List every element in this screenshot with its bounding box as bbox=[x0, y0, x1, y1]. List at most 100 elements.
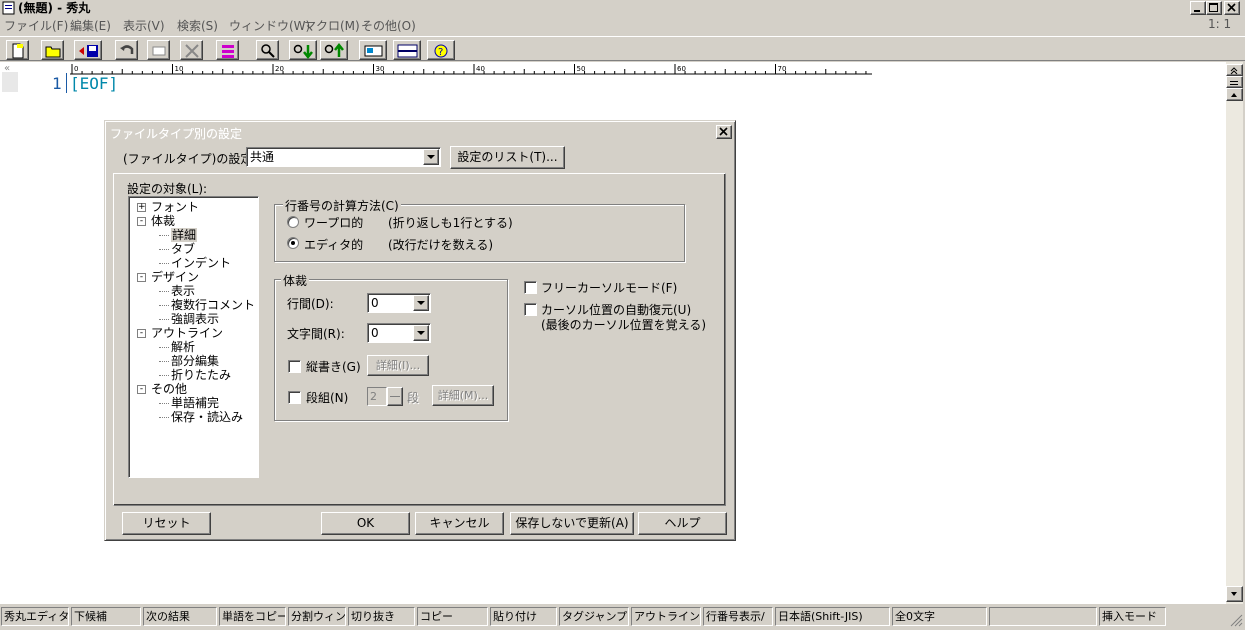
columns-detail-button[interactable]: 詳細(M)... bbox=[432, 385, 494, 406]
cancel-button[interactable]: キャンセル bbox=[415, 512, 504, 535]
radio-editor[interactable] bbox=[287, 237, 299, 249]
status-item[interactable]: 下候補 bbox=[71, 607, 141, 626]
menu-edit[interactable]: 編集(E) bbox=[70, 17, 111, 34]
open-file-button[interactable] bbox=[41, 40, 64, 60]
double-chevron-up-icon bbox=[1230, 67, 1238, 75]
char-spacing-dropdown-button[interactable] bbox=[413, 325, 429, 341]
tree-item[interactable]: 体裁 bbox=[151, 214, 175, 228]
tree-item[interactable]: その他 bbox=[151, 382, 187, 396]
update-without-save-button[interactable]: 保存しないで更新(A) bbox=[510, 512, 634, 535]
tree-item[interactable]: 部分編集 bbox=[171, 354, 219, 368]
char-spacing-select[interactable]: 0 bbox=[367, 323, 431, 343]
status-item[interactable]: 全0文字 bbox=[892, 607, 987, 626]
dialog-close-button[interactable] bbox=[716, 125, 732, 139]
settings-tree[interactable]: フォント + 体裁 - 詳細 タブ インデント デザイン - 表示 複数行コメント 強調表示 アウトライ… bbox=[128, 196, 259, 478]
tree-item[interactable]: タブ bbox=[171, 242, 195, 256]
tree-connector bbox=[159, 403, 169, 404]
ok-button[interactable]: OK bbox=[321, 512, 410, 535]
settings-list-button[interactable]: 設定のリスト(T)... bbox=[450, 146, 565, 169]
tree-item[interactable]: 強調表示 bbox=[171, 312, 219, 326]
tree-item-label: フォント bbox=[151, 200, 200, 214]
menu-window[interactable]: ウィンドウ(W) bbox=[229, 17, 310, 34]
status-item[interactable]: 日本語(Shift-JIS) bbox=[775, 607, 890, 626]
find-button[interactable] bbox=[256, 40, 279, 60]
undo-button[interactable] bbox=[115, 40, 138, 60]
status-item[interactable]: 単語をコピー bbox=[219, 607, 286, 626]
free-cursor-checkbox[interactable] bbox=[524, 281, 537, 294]
status-item[interactable]: 行番号表示/ bbox=[703, 607, 773, 626]
status-item[interactable]: 次の結果 bbox=[143, 607, 217, 626]
tree-item-label: タブ bbox=[171, 242, 196, 256]
tree-item[interactable]: 解析 bbox=[171, 340, 195, 354]
help-button[interactable]: ? bbox=[427, 40, 455, 60]
status-item[interactable]: 秀丸エディタヘルプ bbox=[1, 607, 69, 626]
filetype-select[interactable]: 共通 bbox=[246, 147, 441, 167]
status-item[interactable]: 分割ウィンドウ切 bbox=[288, 607, 346, 626]
line-spacing-select[interactable]: 0 bbox=[367, 293, 431, 313]
menu-other[interactable]: その他(O) bbox=[361, 17, 416, 34]
scroll-split-button[interactable] bbox=[1226, 76, 1243, 88]
collapse-icon[interactable]: - bbox=[137, 273, 146, 282]
vertical-scrollbar[interactable] bbox=[1226, 62, 1243, 604]
expand-icon[interactable]: + bbox=[137, 203, 146, 212]
line-spacing-dropdown-button[interactable] bbox=[413, 295, 429, 311]
menu-view[interactable]: 表示(V) bbox=[123, 17, 165, 34]
tree-item[interactable]: 複数行コメント bbox=[171, 298, 255, 312]
vertical-writing-label[interactable]: 縦書き(G) bbox=[306, 358, 361, 375]
menu-search[interactable]: 検索(S) bbox=[177, 17, 218, 34]
tree-item[interactable]: アウトライン bbox=[151, 326, 223, 340]
maximize-button[interactable] bbox=[1206, 1, 1222, 15]
radio-editor-label[interactable]: エディタ的 bbox=[304, 236, 363, 253]
tree-item[interactable]: 表示 bbox=[171, 284, 195, 298]
free-cursor-label[interactable]: フリーカーソルモード(F) bbox=[541, 279, 677, 296]
reset-button[interactable]: リセット bbox=[122, 512, 211, 535]
tree-item[interactable]: 保存・読込み bbox=[171, 410, 243, 424]
filetype-dropdown-button[interactable] bbox=[423, 149, 439, 165]
resize-grip-icon[interactable] bbox=[1229, 613, 1243, 627]
find-up-button[interactable] bbox=[320, 40, 348, 60]
radio-wordprocessor-label[interactable]: ワープロ的 bbox=[304, 214, 363, 231]
line-calc-caption: 行番号の計算方法(C) bbox=[283, 197, 401, 214]
help-button-dialog[interactable]: ヘルプ bbox=[638, 512, 727, 535]
save-file-button[interactable] bbox=[74, 40, 102, 60]
cursor-restore-checkbox[interactable] bbox=[524, 303, 537, 316]
collapse-icon[interactable]: - bbox=[137, 329, 146, 338]
paste-button[interactable] bbox=[147, 40, 170, 60]
tree-item[interactable]: デザイン bbox=[151, 270, 199, 284]
close-button[interactable] bbox=[1224, 1, 1240, 15]
tree-item[interactable]: 折りたたみ bbox=[171, 368, 231, 382]
status-item[interactable]: タグジャンプ bbox=[559, 607, 629, 626]
new-file-button[interactable] bbox=[6, 40, 29, 60]
vertical-detail-button[interactable]: 詳細(I)... bbox=[367, 355, 429, 376]
cut-button[interactable] bbox=[180, 40, 203, 60]
status-item[interactable]: 貼り付け bbox=[490, 607, 557, 626]
columns-label[interactable]: 段組(N) bbox=[306, 389, 348, 406]
radio-wordprocessor[interactable] bbox=[287, 216, 299, 228]
copy-button[interactable] bbox=[216, 40, 239, 60]
tree-item[interactable]: 単語補完 bbox=[171, 396, 219, 410]
columns-checkbox[interactable] bbox=[288, 391, 301, 404]
vertical-writing-checkbox[interactable] bbox=[288, 360, 301, 373]
status-item[interactable]: アウトライン解析 bbox=[631, 607, 701, 626]
scroll-up-button[interactable] bbox=[1226, 88, 1243, 101]
status-item[interactable]: 切り抜き bbox=[348, 607, 415, 626]
scroll-down-button[interactable] bbox=[1226, 586, 1243, 602]
columns-value-field[interactable]: 2 bbox=[367, 387, 387, 406]
ruler-ticks: 0 10 20 30 40 50 60 70 bbox=[70, 64, 872, 75]
collapse-icon[interactable]: - bbox=[137, 217, 146, 226]
clipboard-button[interactable] bbox=[359, 40, 387, 60]
menu-file[interactable]: ファイル(F) bbox=[4, 17, 68, 34]
close-icon bbox=[1227, 3, 1236, 12]
minimize-button[interactable] bbox=[1190, 1, 1206, 15]
columns-spinner[interactable] bbox=[387, 387, 403, 406]
scroll-top-button[interactable] bbox=[1226, 64, 1243, 76]
tree-item[interactable]: 詳細 bbox=[171, 228, 198, 242]
menu-macro[interactable]: マクロ(M) bbox=[304, 17, 360, 34]
find-down-button[interactable] bbox=[289, 40, 317, 60]
tree-item[interactable]: フォント bbox=[151, 200, 199, 214]
tree-item[interactable]: インデント bbox=[171, 256, 231, 270]
status-item[interactable]: 挿入モード bbox=[1099, 607, 1166, 626]
window-split-button[interactable] bbox=[393, 40, 421, 60]
collapse-icon[interactable]: - bbox=[137, 385, 146, 394]
status-item[interactable]: コピー bbox=[417, 607, 488, 626]
